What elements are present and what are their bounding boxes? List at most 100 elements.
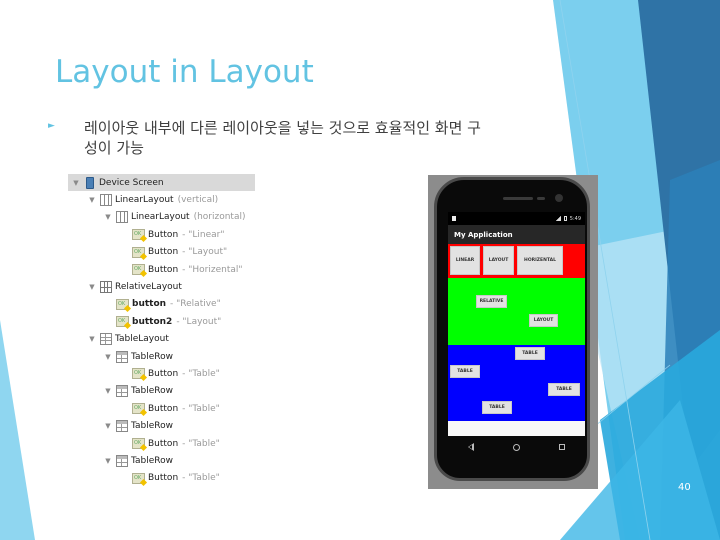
expand-caret-icon[interactable]: ▼ <box>88 283 96 291</box>
recent-apps-icon[interactable] <box>559 444 566 450</box>
tree-item[interactable]: ▼ TableRow <box>68 348 255 365</box>
tree-item-label: TableLayout <box>115 334 169 345</box>
tree-item[interactable]: ▼OKButton- "Horizental" <box>68 261 255 278</box>
relative-layout-area: RELATIVE LAYOUT <box>448 278 585 345</box>
button-widget-icon: OK <box>132 229 145 241</box>
tree-item-label: Button <box>148 229 179 240</box>
tree-item[interactable]: ▼OKbutton- "Relative" <box>68 296 255 313</box>
tree-item[interactable]: ▼ TableRow <box>68 418 255 435</box>
tree-item-label: button2 <box>132 316 173 327</box>
table-button-2[interactable]: TABLE <box>450 365 480 378</box>
expand-caret-icon[interactable]: ▼ <box>104 387 112 395</box>
status-bar: 5:49 <box>448 212 585 225</box>
tree-item[interactable]: ▼OKButton- "Layout" <box>68 244 255 261</box>
tree-item-detail: - "Table" <box>182 403 220 414</box>
signal-icon <box>555 216 561 221</box>
tree-item[interactable]: ▼OKButton- "Table" <box>68 435 255 452</box>
expand-caret-icon[interactable]: ▼ <box>104 213 112 221</box>
nav-bar <box>448 436 585 458</box>
app-action-bar: My Application <box>448 225 585 244</box>
page-number: 40 <box>678 482 691 493</box>
tree-item[interactable]: ▼ TableRow <box>68 383 255 400</box>
tree-item[interactable]: ▼OKButton- "Table" <box>68 470 255 487</box>
expand-caret-icon[interactable]: ▼ <box>104 422 112 430</box>
tree-item-label: Button <box>148 473 179 484</box>
relative-layout-button[interactable]: LAYOUT <box>529 314 558 327</box>
tree-item-detail: (horizontal) <box>193 212 246 223</box>
component-tree: ▼ Device Screen ▼ LinearLayout (vertical) ▼ Li… <box>68 174 255 490</box>
tree-item[interactable]: ▼ TableRow <box>68 452 255 469</box>
tree-item-label: TableRow <box>131 455 173 466</box>
tree-item-label: TableRow <box>131 351 173 362</box>
expand-caret-icon[interactable]: ▼ <box>104 457 112 465</box>
tree-item[interactable]: ▼ LinearLayout (horizontal) <box>68 209 255 226</box>
tree-item-label: Button <box>148 264 179 275</box>
tree-item[interactable]: ▼ TableLayout <box>68 331 255 348</box>
notification-icon <box>452 216 456 221</box>
tree-item-label: Device Screen <box>99 177 164 188</box>
phone-screen: 5:49 My Application LINEAR LAYOUT HORIZE… <box>448 212 585 436</box>
button-widget-icon: OK <box>132 246 145 258</box>
app-title: My Application <box>454 230 513 239</box>
expand-caret-icon[interactable]: ▼ <box>104 353 112 361</box>
tree-item-label: Button <box>148 368 179 379</box>
tree-item-label: Button <box>148 438 179 449</box>
device-icon <box>86 176 94 189</box>
linear-layout-icon <box>116 211 128 224</box>
table-button-1[interactable]: TABLE <box>515 347 545 360</box>
table-row-icon <box>116 385 128 398</box>
tree-item-detail: - "Horizental" <box>182 264 243 275</box>
battery-icon <box>563 216 567 221</box>
expand-caret-icon[interactable]: ▼ <box>88 196 96 204</box>
table-row-icon <box>116 350 128 363</box>
button-widget-icon: OK <box>132 403 145 415</box>
linear-layout-icon <box>100 193 112 206</box>
status-time: 5:49 <box>569 215 581 222</box>
layout-button[interactable]: LAYOUT <box>483 246 514 275</box>
tree-item-detail: - "Table" <box>182 368 220 379</box>
horizental-button[interactable]: HORIZENTAL <box>517 246 563 275</box>
slide-title: Layout in Layout <box>55 54 314 90</box>
tree-item-label: LinearLayout <box>115 194 174 205</box>
tree-item-label: TableRow <box>131 386 173 397</box>
tree-item[interactable]: ▼OKButton- "Table" <box>68 365 255 382</box>
tree-item-label: LinearLayout <box>131 212 190 223</box>
expand-caret-icon[interactable]: ▼ <box>88 335 96 343</box>
bullet-text: 레이아웃 내부에 다른 레이아웃을 넣는 것으로 효율적인 화면 구성이 가능 <box>84 119 481 157</box>
tree-item[interactable]: ▼OKButton- "Linear" <box>68 226 255 243</box>
bullet-arrow-icon: ► <box>48 121 55 131</box>
bg-shape-light-left <box>0 320 35 540</box>
tree-item[interactable]: ▼OKbutton2- "Layout" <box>68 313 255 330</box>
phone-sensor <box>537 197 545 200</box>
tree-item-label: button <box>132 299 167 310</box>
table-row-icon <box>116 454 128 467</box>
tree-item-detail: - "Table" <box>182 438 220 449</box>
button-widget-icon: OK <box>132 264 145 275</box>
table-button-4[interactable]: TABLE <box>482 401 512 414</box>
phone-preview: 5:49 My Application LINEAR LAYOUT HORIZE… <box>428 175 598 489</box>
relative-button[interactable]: RELATIVE <box>476 295 507 308</box>
tree-item-label: RelativeLayout <box>115 281 182 292</box>
table-button-3[interactable]: TABLE <box>548 383 580 396</box>
empty-area <box>448 421 585 436</box>
phone-camera-icon <box>555 194 563 202</box>
linear-button[interactable]: LINEAR <box>450 246 480 275</box>
tree-item-label: Button <box>148 403 179 414</box>
tree-item[interactable]: ▼OKButton- "Table" <box>68 400 255 417</box>
table-layout-area: TABLE TABLE TABLE TABLE <box>448 345 585 421</box>
home-icon[interactable] <box>512 443 520 451</box>
tree-item-detail: (vertical) <box>177 194 219 205</box>
expand-caret-icon[interactable]: ▼ <box>72 179 80 187</box>
tree-item-label: Button <box>148 247 179 258</box>
tree-item[interactable]: ▼ RelativeLayout <box>68 278 255 295</box>
table-layout-icon <box>100 333 112 346</box>
button-widget-icon: OK <box>116 298 129 310</box>
tree-item-detail: - "Relative" <box>170 299 221 310</box>
tree-item-label: TableRow <box>131 421 173 432</box>
back-icon[interactable] <box>467 443 474 451</box>
button-widget-icon: OK <box>132 472 145 484</box>
tree-item[interactable]: ▼ LinearLayout (vertical) <box>68 191 255 208</box>
table-row-icon <box>116 420 128 433</box>
tree-item[interactable]: ▼ Device Screen <box>68 174 255 191</box>
tree-item-detail: - "Table" <box>182 473 220 484</box>
